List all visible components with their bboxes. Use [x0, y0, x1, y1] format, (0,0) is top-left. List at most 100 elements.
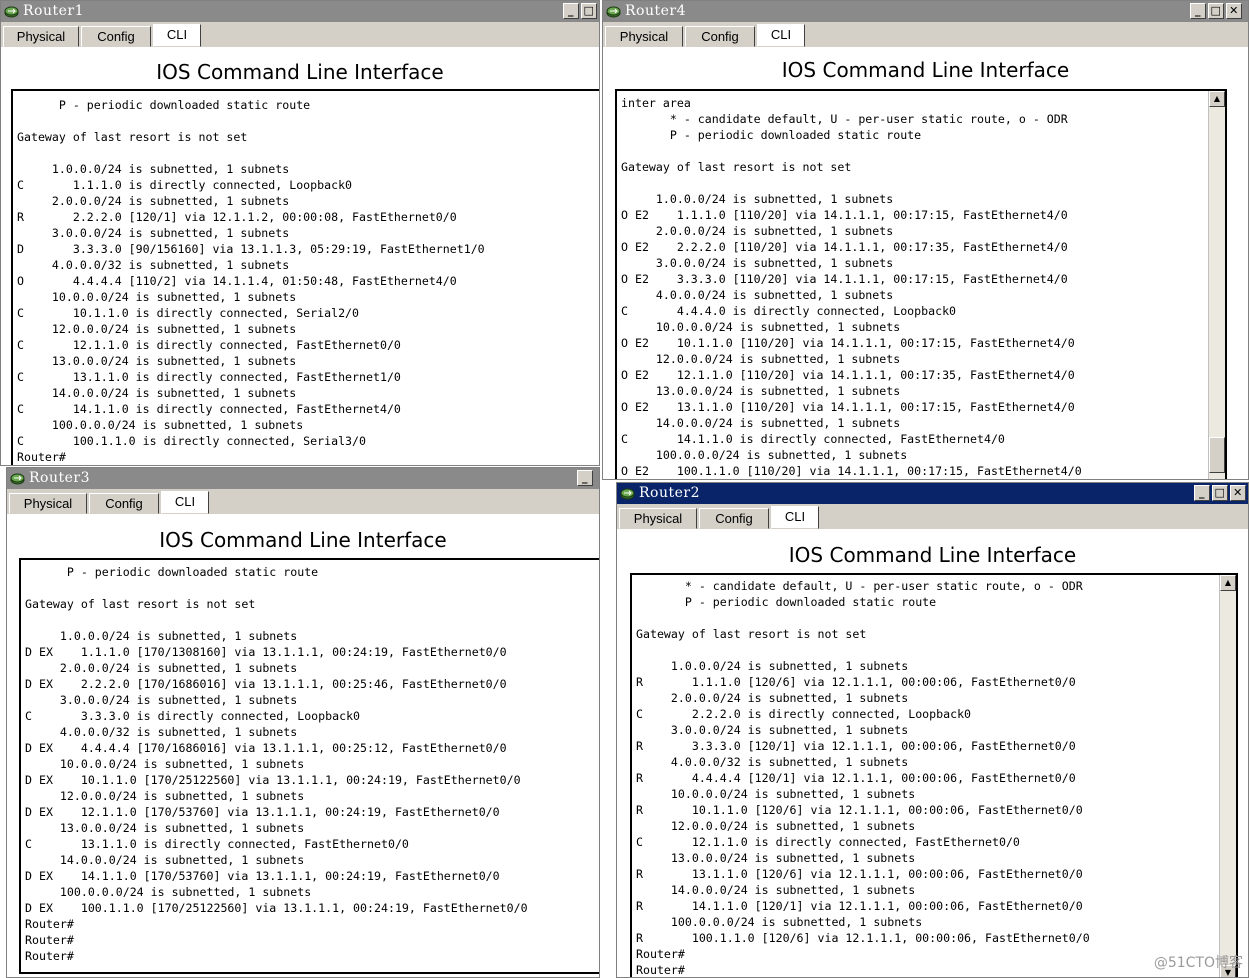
router1-cli-panel: IOS Command Line Interface P - periodic … — [1, 47, 599, 465]
terminal-line: 13.0.0.0/24 is subnetted, 1 subnets — [25, 821, 305, 835]
terminal-line: D EX 2.2.2.0 [170/1686016] via 13.1.1.1,… — [25, 677, 507, 691]
terminal-line: * - candidate default, U - per-user stat… — [621, 112, 1068, 126]
router1-terminal[interactable]: P - periodic downloaded static route Gate… — [11, 89, 599, 465]
terminal-line: D EX 12.1.1.0 [170/53760] via 13.1.1.1, … — [25, 805, 500, 819]
terminal-line: 3.0.0.0/24 is subnetted, 1 subnets — [17, 226, 290, 240]
terminal-line: O 4.4.4.4 [110/2] via 14.1.1.4, 01:50:48… — [17, 274, 457, 288]
terminal-line: R 3.3.3.0 [120/1] via 12.1.1.1, 00:00:06… — [636, 739, 1076, 753]
scroll-up-button[interactable]: ▲ — [1220, 575, 1236, 591]
router4-terminal-text: inter area * - candidate default, U - pe… — [621, 95, 1082, 479]
terminal-line: C 2.2.2.0 is directly connected, Loopbac… — [636, 707, 972, 721]
terminal-line: O E2 2.2.2.0 [110/20] via 14.1.1.1, 00:1… — [621, 240, 1068, 254]
terminal-line: Gateway of last resort is not set — [25, 597, 256, 611]
terminal-line: 10.0.0.0/24 is subnetted, 1 subnets — [25, 757, 305, 771]
terminal-line: * - candidate default, U - per-user stat… — [636, 579, 1083, 593]
router3-window: Router3 _ Physical Config CLI IOS Comman… — [6, 467, 600, 978]
tab-config[interactable]: Config — [685, 26, 755, 47]
terminal-line: Router# — [17, 450, 66, 464]
terminal-line: 1.0.0.0/24 is subnetted, 1 subnets — [636, 659, 909, 673]
terminal-line: 14.0.0.0/24 is subnetted, 1 subnets — [621, 416, 901, 430]
terminal-line: R 4.4.4.4 [120/1] via 12.1.1.1, 00:00:06… — [636, 771, 1076, 785]
minimize-button[interactable]: _ — [577, 470, 593, 486]
terminal-line: Router# — [636, 963, 685, 977]
terminal-line: O E2 100.1.1.0 [110/20] via 14.1.1.1, 00… — [621, 464, 1082, 478]
terminal-line: Router# — [25, 933, 74, 947]
tab-physical[interactable]: Physical — [9, 493, 87, 514]
cli-title: IOS Command Line Interface — [156, 60, 444, 84]
tab-physical[interactable]: Physical — [605, 26, 683, 47]
maximize-button[interactable]: □ — [1212, 485, 1228, 501]
terminal-line: C 12.1.1.0 is directly connected, FastEt… — [17, 338, 401, 352]
terminal-line: 100.0.0.0/24 is subnetted, 1 subnets — [17, 418, 304, 432]
terminal-line: P - periodic downloaded static route — [17, 98, 311, 112]
terminal-line: R 13.1.1.0 [120/6] via 12.1.1.1, 00:00:0… — [636, 867, 1083, 881]
minimize-button[interactable]: _ — [1194, 485, 1210, 501]
terminal-line: C 10.1.1.0 is directly connected, Serial… — [17, 306, 360, 320]
cli-title: IOS Command Line Interface — [159, 528, 447, 552]
terminal-line: 4.0.0.0/24 is subnetted, 1 subnets — [621, 288, 894, 302]
router2-tabs: Physical Config CLI — [617, 504, 1248, 529]
terminal-line: inter area — [621, 96, 691, 110]
router4-tabs: Physical Config CLI — [603, 22, 1248, 47]
tab-cli[interactable]: CLI — [161, 491, 209, 514]
terminal-line: C 1.1.1.0 is directly connected, Loopbac… — [17, 178, 353, 192]
terminal-line: 100.0.0.0/24 is subnetted, 1 subnets — [25, 885, 312, 899]
maximize-button[interactable]: □ — [581, 3, 597, 19]
tab-config[interactable]: Config — [89, 493, 159, 514]
router2-terminal[interactable]: * - candidate default, U - per-user stat… — [630, 573, 1238, 977]
terminal-line: C 13.1.1.0 is directly connected, FastEt… — [25, 837, 409, 851]
close-button[interactable]: ✕ — [1230, 485, 1246, 501]
terminal-line: 10.0.0.0/24 is subnetted, 1 subnets — [636, 787, 916, 801]
terminal-line: Gateway of last resort is not set — [636, 627, 867, 641]
terminal-line: Gateway of last resort is not set — [17, 130, 248, 144]
terminal-line: P - periodic downloaded static route — [25, 565, 319, 579]
router4-terminal[interactable]: inter area * - candidate default, U - pe… — [615, 89, 1227, 479]
tab-cli[interactable]: CLI — [771, 506, 819, 529]
maximize-button[interactable]: □ — [1208, 3, 1224, 19]
minimize-button[interactable]: _ — [1190, 3, 1206, 19]
router1-terminal-text: P - periodic downloaded static route Gate… — [17, 97, 485, 465]
terminal-line: R 10.1.1.0 [120/6] via 12.1.1.1, 00:00:0… — [636, 803, 1083, 817]
terminal-line: Router# — [25, 917, 74, 931]
minimize-button[interactable]: _ — [563, 3, 579, 19]
terminal-line: R 2.2.2.0 [120/1] via 12.1.1.2, 00:00:08… — [17, 210, 457, 224]
router2-titlebar[interactable]: Router2 _ □ ✕ — [617, 483, 1248, 504]
terminal-line: O E2 12.1.1.0 [110/20] via 14.1.1.1, 00:… — [621, 368, 1075, 382]
router1-titlebar[interactable]: Router1 _ □ — [1, 1, 599, 22]
tab-cli[interactable]: CLI — [757, 24, 805, 47]
router2-scrollbar[interactable]: ▲ ▼ — [1219, 575, 1236, 977]
close-button[interactable]: ✕ — [1226, 3, 1242, 19]
router3-tabs: Physical Config CLI — [7, 489, 599, 514]
tab-physical[interactable]: Physical — [3, 26, 79, 47]
terminal-line: 1.0.0.0/24 is subnetted, 1 subnets — [621, 192, 894, 206]
tab-config[interactable]: Config — [699, 508, 769, 529]
router-icon — [10, 473, 25, 485]
terminal-line: C 12.1.1.0 is directly connected, FastEt… — [636, 835, 1020, 849]
scroll-thumb[interactable] — [1209, 437, 1225, 473]
router3-titlebar[interactable]: Router3 _ — [7, 468, 599, 489]
router3-terminal-text: P - periodic downloaded static route Gate… — [25, 564, 528, 964]
router4-titlebar[interactable]: Router4 _ □ ✕ — [603, 1, 1248, 22]
router3-terminal[interactable]: P - periodic downloaded static route Gate… — [19, 558, 599, 974]
tab-config[interactable]: Config — [81, 26, 151, 47]
terminal-line: Gateway of last resort is not set — [621, 160, 852, 174]
terminal-line: C 4.4.4.0 is directly connected, Loopbac… — [621, 304, 957, 318]
terminal-line: C 3.3.3.0 is directly connected, Loopbac… — [25, 709, 361, 723]
terminal-line: 14.0.0.0/24 is subnetted, 1 subnets — [636, 883, 916, 897]
scroll-up-button[interactable]: ▲ — [1209, 91, 1225, 107]
terminal-line: C 14.1.1.0 is directly connected, FastEt… — [17, 402, 401, 416]
tab-physical[interactable]: Physical — [619, 508, 697, 529]
router3-cli-panel: IOS Command Line Interface P - periodic … — [7, 514, 599, 977]
terminal-line: D EX 4.4.4.4 [170/1686016] via 13.1.1.1,… — [25, 741, 507, 755]
terminal-line: O E2 1.1.1.0 [110/20] via 14.1.1.1, 00:1… — [621, 208, 1068, 222]
router4-window: Router4 _ □ ✕ Physical Config CLI IOS Co… — [602, 0, 1249, 480]
router4-scrollbar[interactable]: ▲ — [1208, 91, 1225, 479]
terminal-line: Router# — [636, 947, 685, 961]
tab-cli[interactable]: CLI — [153, 24, 201, 47]
terminal-line: R 1.1.1.0 [120/6] via 12.1.1.1, 00:00:06… — [636, 675, 1076, 689]
